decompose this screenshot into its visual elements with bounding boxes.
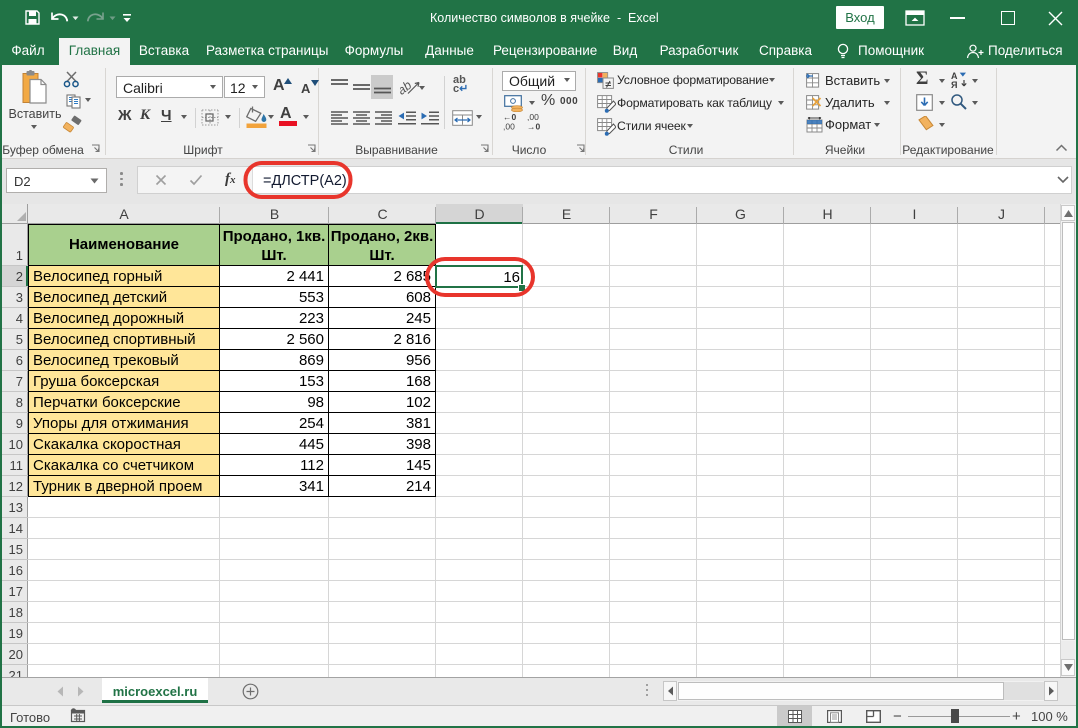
svg-text:,00: ,00 [503, 122, 515, 132]
svg-text:Я: Я [951, 80, 957, 89]
svg-text:←0: ←0 [503, 112, 517, 122]
svg-text:ab: ab [400, 78, 414, 96]
svg-text:→0: →0 [527, 122, 541, 132]
svg-text:,00: ,00 [527, 112, 539, 122]
